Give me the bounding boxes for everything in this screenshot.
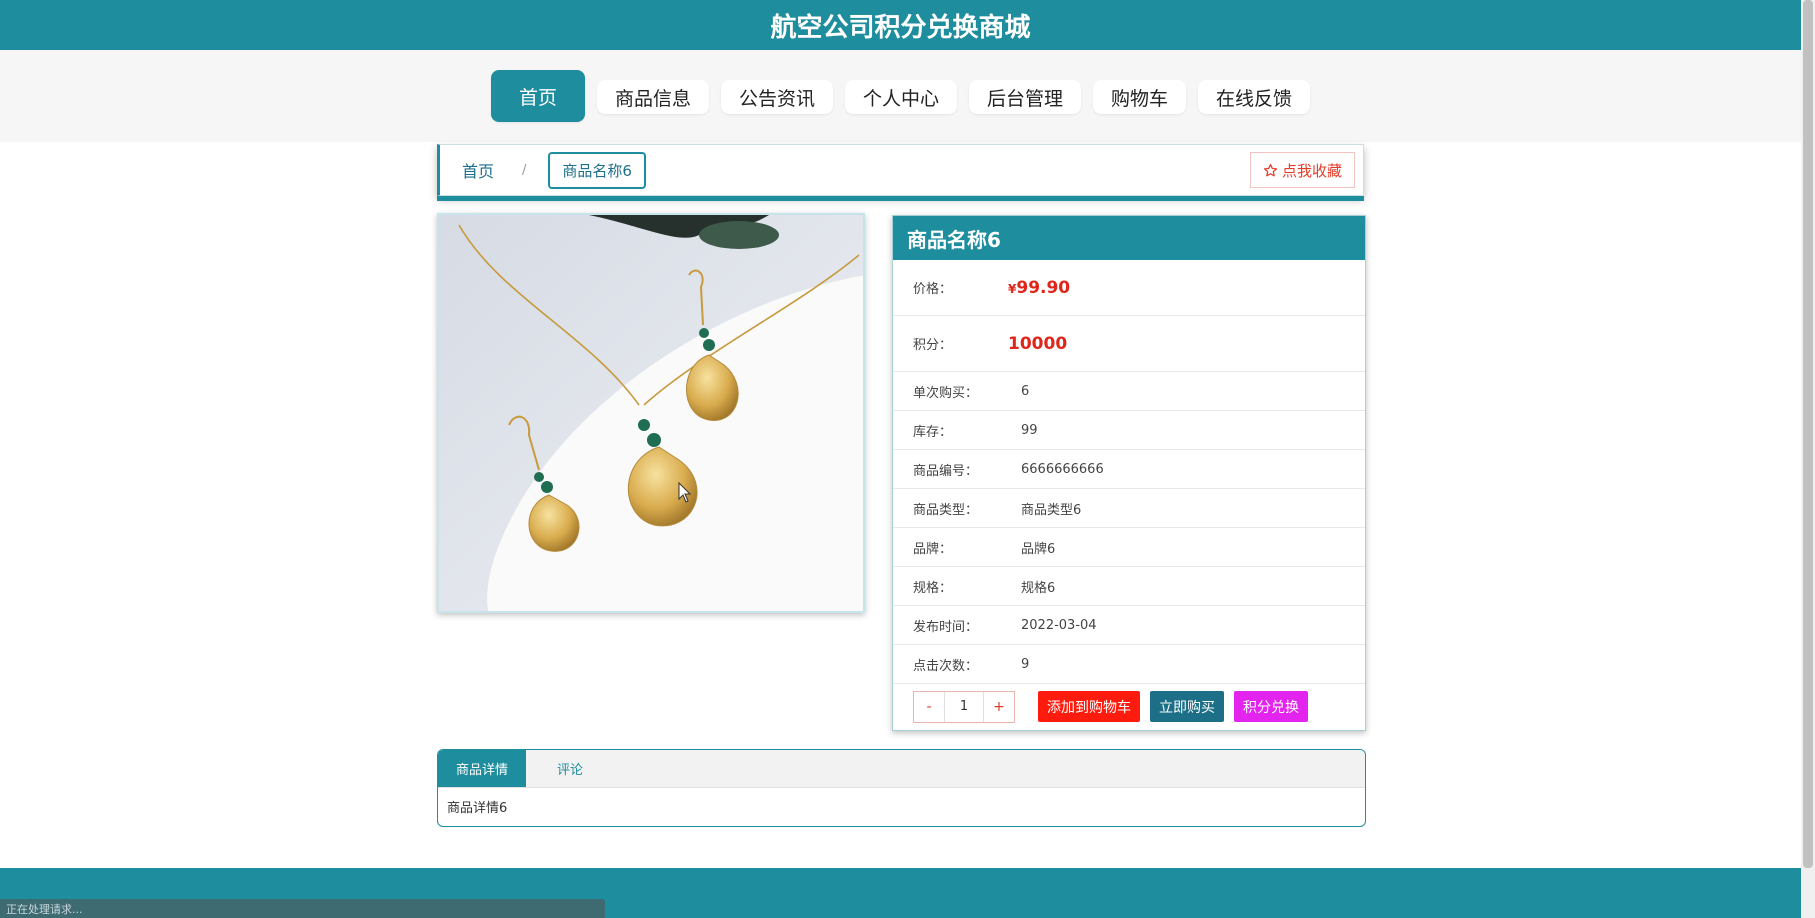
price-amount: 99.90: [1016, 277, 1071, 298]
main-nav: 首页 商品信息 公告资讯 个人中心 后台管理 购物车 在线反馈: [0, 70, 1801, 122]
nav-item-cart[interactable]: 购物车: [1093, 80, 1187, 114]
product-name: 商品名称6: [893, 216, 1365, 260]
field-label: 单次购买：: [913, 385, 979, 401]
field-value: 2022-03-04: [1021, 617, 1097, 633]
tab-content: 商品详情6: [447, 801, 508, 816]
detail-tabs: 商品详情 评论 商品详情6: [437, 749, 1366, 827]
info-row-spec: 规格： 规格6: [893, 567, 1365, 606]
add-to-cart-button[interactable]: 添加到购物车: [1038, 691, 1140, 722]
quantity-input[interactable]: 1: [944, 691, 984, 722]
breadcrumb-home-link[interactable]: 首页: [462, 158, 494, 182]
breadcrumb-current: 商品名称6: [548, 151, 646, 189]
nav-item-profile[interactable]: 个人中心: [844, 80, 957, 114]
info-row-product-code: 商品编号： 6666666666: [893, 450, 1365, 489]
site-title: 航空公司积分兑换商城: [0, 0, 1801, 50]
product-info-panel: 商品名称6 价格： ¥99.90 积分： 10000 单次购买： 6 库存： 9…: [892, 215, 1366, 731]
star-outline-icon: [1263, 163, 1278, 176]
nav-item-news[interactable]: 公告资讯: [720, 80, 833, 114]
breadcrumb: 首页 / 商品名称6 点我收藏: [437, 144, 1364, 196]
field-label: 商品编号：: [913, 463, 979, 479]
jewelry-photo: [439, 215, 863, 611]
nav-item-feedback[interactable]: 在线反馈: [1198, 80, 1311, 114]
quantity-stepper: - 1 +: [913, 690, 1015, 723]
field-value: 9: [1021, 656, 1030, 672]
field-value: 99: [1021, 422, 1038, 438]
product-image: [437, 213, 865, 613]
field-value: 6: [1021, 383, 1030, 399]
field-value: 品牌6: [1021, 541, 1056, 557]
points-label: 积分：: [913, 338, 953, 353]
favorite-label: 点我收藏: [1281, 161, 1342, 180]
buy-now-button[interactable]: 立即购买: [1150, 691, 1224, 722]
nav-item-products[interactable]: 商品信息: [596, 80, 709, 114]
field-label: 商品类型：: [913, 502, 979, 518]
field-label: 库存：: [913, 424, 953, 440]
nav-item-admin[interactable]: 后台管理: [969, 80, 1082, 114]
tab-bar: 商品详情 评论: [438, 750, 1365, 788]
page-scrollbar[interactable]: [1801, 0, 1815, 918]
info-row-click-count: 点击次数： 9: [893, 645, 1365, 684]
points-exchange-button[interactable]: 积分兑换: [1234, 691, 1308, 722]
field-value: 6666666666: [1021, 461, 1104, 477]
info-row-points: 积分： 10000: [893, 316, 1365, 372]
info-row-product-type: 商品类型： 商品类型6: [893, 489, 1365, 528]
info-row-brand: 品牌： 品牌6: [893, 528, 1365, 567]
field-label: 规格：: [913, 580, 953, 596]
field-label: 点击次数：: [913, 658, 979, 674]
tab-product-details[interactable]: 商品详情: [438, 750, 526, 787]
field-label: 发布时间：: [913, 619, 979, 635]
field-label: 品牌：: [913, 541, 953, 557]
price-label: 价格：: [913, 282, 953, 297]
price-value: ¥99.90: [1008, 278, 1070, 298]
nav-item-home[interactable]: 首页: [490, 70, 585, 122]
info-row-publish-time: 发布时间： 2022-03-04: [893, 606, 1365, 645]
purchase-actions: - 1 + 添加到购物车 立即购买 积分兑换: [893, 684, 1365, 729]
quantity-increase-button[interactable]: +: [984, 692, 1014, 722]
tab-comments[interactable]: 评论: [526, 750, 614, 787]
points-value: 10000: [1008, 333, 1068, 354]
breadcrumb-separator: /: [522, 162, 527, 178]
scrollbar-thumb[interactable]: [1803, 0, 1813, 868]
favorite-button[interactable]: 点我收藏: [1249, 152, 1355, 188]
info-row-price: 价格： ¥99.90: [893, 260, 1365, 316]
quantity-decrease-button[interactable]: -: [914, 692, 944, 722]
field-value: 商品类型6: [1021, 502, 1082, 518]
field-value: 规格6: [1021, 580, 1056, 596]
browser-status-bar: 正在处理请求...: [0, 899, 605, 918]
info-row-stock: 库存： 99: [893, 411, 1365, 450]
info-row-single-purchase: 单次购买： 6: [893, 372, 1365, 411]
